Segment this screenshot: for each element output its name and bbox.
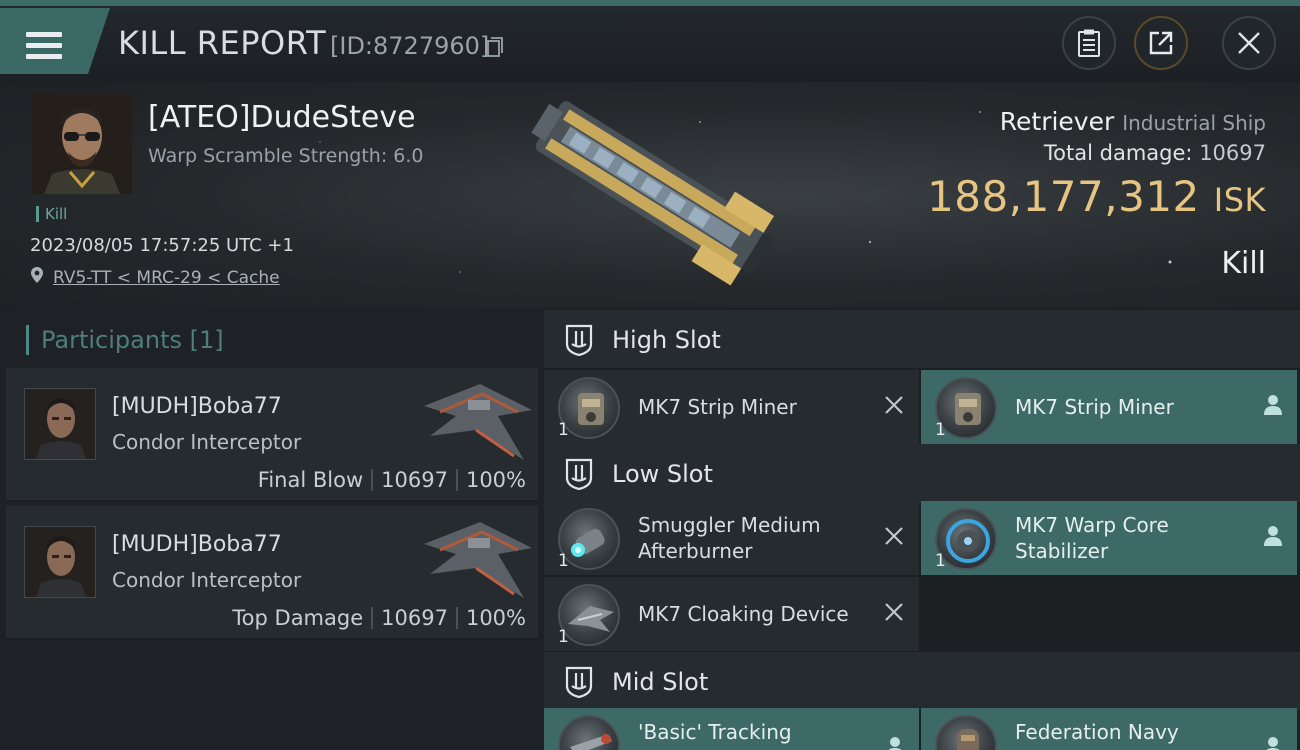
module-quantity: 1 bbox=[935, 420, 946, 440]
destroyed-icon bbox=[885, 396, 903, 414]
mid-slot-icon bbox=[565, 666, 593, 698]
mid-slot-title: Mid Slot bbox=[612, 668, 709, 696]
module-item[interactable]: 1 MK7 Strip Miner bbox=[921, 370, 1297, 444]
share-button[interactable] bbox=[1134, 16, 1188, 70]
participant-role: Top Damage bbox=[232, 606, 364, 630]
kill-datetime: 2023/08/05 17:57:25 UTC +1 bbox=[30, 235, 294, 256]
total-damage-label: Total damage: bbox=[1043, 141, 1193, 165]
menu-icon bbox=[26, 32, 62, 62]
page-title: KILL REPORT bbox=[118, 24, 327, 62]
ship-type: Retriever Industrial Ship bbox=[1000, 107, 1266, 136]
total-damage-value: 10697 bbox=[1199, 141, 1266, 165]
high-slot-title: High Slot bbox=[612, 326, 721, 354]
dropped-person-icon bbox=[888, 737, 902, 750]
participant-damage: 10697 bbox=[381, 468, 448, 492]
module-item[interactable]: Federation Navy bbox=[921, 708, 1297, 750]
module-name: MK7 Strip Miner bbox=[638, 395, 797, 419]
kill-result: Kill bbox=[1221, 246, 1266, 281]
close-icon bbox=[1238, 32, 1260, 54]
module-name: Smuggler Medium Afterburner bbox=[638, 513, 821, 563]
participants-heading: Participants [1] bbox=[26, 325, 224, 355]
warp-scramble-strength: Warp Scramble Strength: 6.0 bbox=[148, 145, 424, 167]
module-item[interactable]: 1 Smuggler Medium Afterburner bbox=[544, 501, 919, 575]
participant-row[interactable]: [MUDH]Boba77 Condor Interceptor Final Bl… bbox=[6, 368, 538, 502]
victim-portrait-image bbox=[32, 94, 132, 194]
participant-damage: 10697 bbox=[381, 606, 448, 630]
isk-value: 188,177,312 ISK bbox=[927, 172, 1266, 221]
participant-ship-image bbox=[424, 522, 532, 598]
participant-stats: Top Damage 10697 100% bbox=[232, 606, 526, 630]
destroyed-icon bbox=[885, 603, 903, 621]
module-item[interactable]: 1 MK7 Cloaking Device bbox=[544, 577, 919, 651]
total-damage: Total damage: 10697 bbox=[1044, 141, 1266, 165]
victim-ship-image bbox=[531, 101, 775, 286]
clipboard-icon bbox=[1078, 29, 1100, 57]
module-name: MK7 Warp Core Stabilizer bbox=[1015, 513, 1169, 563]
dropped-person-icon bbox=[1264, 526, 1282, 546]
kill-tag: Kill bbox=[36, 206, 67, 222]
close-button[interactable] bbox=[1222, 16, 1276, 70]
participant-row[interactable]: [MUDH]Boba77 Condor Interceptor Top Dama… bbox=[6, 506, 538, 640]
module-name: Federation Navy bbox=[1015, 720, 1179, 744]
isk-amount: 188,177,312 bbox=[927, 172, 1200, 221]
top-accent-line bbox=[0, 0, 1300, 6]
participant-ship: Condor Interceptor bbox=[112, 430, 302, 454]
ship-class: Industrial Ship bbox=[1122, 111, 1266, 135]
participant-name[interactable]: [MUDH]Boba77 bbox=[112, 394, 282, 419]
mid-slot-header: Mid Slot bbox=[544, 652, 1300, 710]
participant-ship-image bbox=[424, 384, 532, 460]
module-quantity: 1 bbox=[558, 551, 569, 571]
report-id: [ID:8727960] bbox=[330, 32, 490, 60]
module-name: 'Basic' Tracking bbox=[638, 720, 792, 744]
location-pin-icon bbox=[31, 267, 43, 283]
participant-percent: 100% bbox=[465, 468, 526, 492]
ship-name[interactable]: Retriever bbox=[1000, 107, 1115, 136]
location-link[interactable]: RV5-TT < MRC-29 < Cache bbox=[53, 268, 280, 288]
high-slot-header: High Slot bbox=[544, 310, 1300, 368]
clipboard-button[interactable] bbox=[1062, 16, 1116, 70]
module-quantity: 1 bbox=[558, 627, 569, 647]
destroyed-icon bbox=[885, 527, 903, 545]
copy-icon[interactable] bbox=[487, 37, 503, 57]
high-slot-icon bbox=[565, 324, 593, 356]
participant-stats: Final Blow 10697 100% bbox=[258, 468, 526, 492]
isk-unit: ISK bbox=[1213, 181, 1266, 219]
module-quantity: 1 bbox=[935, 551, 946, 571]
participant-percent: 100% bbox=[465, 606, 526, 630]
dropped-person-icon bbox=[1264, 395, 1282, 415]
low-slot-title: Low Slot bbox=[612, 460, 713, 488]
participant-portrait-image bbox=[25, 527, 95, 597]
share-icon bbox=[1149, 31, 1173, 55]
dropped-person-icon bbox=[1266, 737, 1280, 750]
module-item[interactable]: 1 MK7 Strip Miner bbox=[544, 370, 919, 444]
module-quantity: 1 bbox=[558, 420, 569, 440]
participant-portrait-image bbox=[25, 389, 95, 459]
module-name: MK7 Cloaking Device bbox=[638, 602, 849, 626]
module-item[interactable]: 'Basic' Tracking bbox=[544, 708, 919, 750]
low-slot-icon bbox=[565, 458, 593, 490]
participant-avatar[interactable] bbox=[24, 388, 96, 460]
participant-ship: Condor Interceptor bbox=[112, 568, 302, 592]
victim-avatar[interactable] bbox=[32, 94, 132, 194]
participant-name[interactable]: [MUDH]Boba77 bbox=[112, 532, 282, 557]
tracking-computer-icon bbox=[558, 715, 620, 750]
participant-role: Final Blow bbox=[257, 468, 364, 492]
participant-avatar[interactable] bbox=[24, 526, 96, 598]
module-name: MK7 Strip Miner bbox=[1015, 395, 1174, 419]
victim-name[interactable]: [ATEO]DudeSteve bbox=[148, 100, 416, 135]
federation-navy-module-icon bbox=[935, 715, 997, 750]
module-item[interactable]: 1 MK7 Warp Core Stabilizer bbox=[921, 501, 1297, 575]
low-slot-header: Low Slot bbox=[544, 444, 1300, 502]
